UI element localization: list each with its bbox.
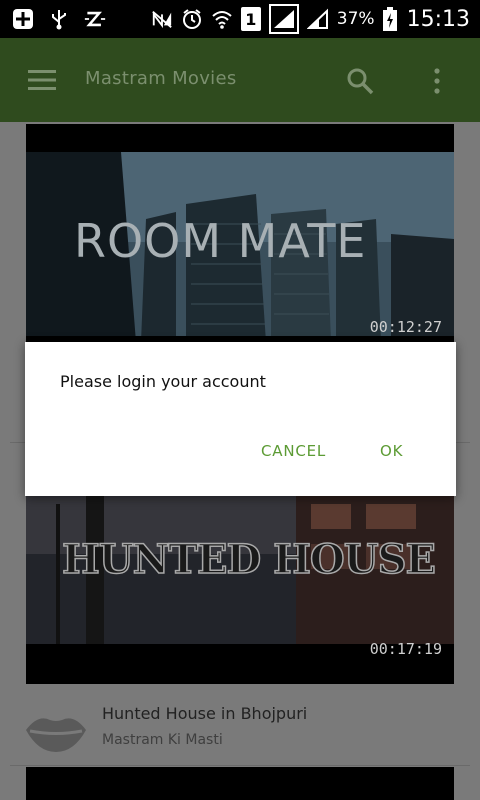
no-signal-icon — [151, 8, 173, 30]
clock: 15:13 — [406, 6, 470, 32]
signal-icon-2 — [306, 8, 329, 30]
alarm-icon — [181, 8, 203, 30]
app-toolbar: Mastram Movies — [0, 38, 480, 122]
dialog-message: Please login your account — [60, 372, 266, 391]
video-title: Hunted House in Bhojpuri — [102, 704, 308, 723]
cancel-button[interactable]: CANCEL — [261, 442, 326, 460]
sim-slot-icon: 1 — [240, 7, 261, 31]
thumbnail-title-text: HUNTED HOUSE — [61, 535, 437, 584]
video-info-row[interactable]: Hunted House in Bhojpuri Mastram Ki Mast… — [20, 692, 460, 762]
more-options-icon[interactable] — [430, 66, 444, 96]
menu-icon[interactable] — [28, 69, 56, 91]
signal-icon — [268, 4, 299, 34]
video-channel: Mastram Ki Masti — [102, 732, 223, 748]
battery-charging-icon — [382, 7, 397, 31]
video-thumbnail[interactable]: ROOM MATE 00:12:27 — [26, 124, 454, 342]
thumbnail-title-text: ROOM MATE — [74, 214, 367, 268]
video-duration: 00:12:27 — [369, 318, 442, 336]
video-thumbnail[interactable]: HUNTED HOUSE 00:17:19 — [26, 494, 454, 684]
ok-button[interactable]: OK — [380, 442, 403, 460]
z-app-icon — [84, 8, 106, 30]
video-thumbnail[interactable] — [26, 767, 454, 800]
sim-number: 1 — [245, 9, 257, 29]
login-dialog: Please login your account CANCEL OK — [25, 342, 456, 496]
status-bar: 1 37% 15:13 — [0, 0, 480, 38]
lips-icon — [24, 710, 88, 754]
video-duration: 00:17:19 — [369, 640, 442, 658]
usb-icon — [48, 8, 70, 30]
battery-percent: 37% — [336, 9, 375, 29]
app-title: Mastram Movies — [85, 68, 237, 89]
wifi-icon — [211, 8, 233, 30]
search-icon[interactable] — [345, 66, 375, 96]
divider — [10, 765, 470, 766]
add-box-icon — [12, 8, 34, 30]
